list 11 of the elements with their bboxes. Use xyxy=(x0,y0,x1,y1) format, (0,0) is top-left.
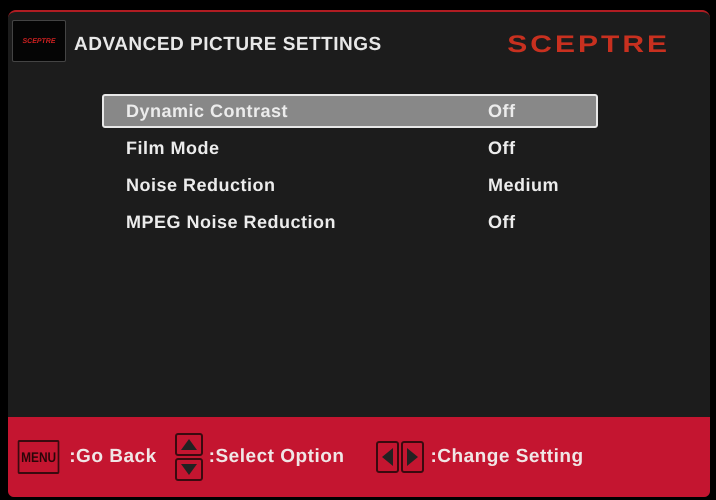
menu-title: ADVANCED PICTURE SETTINGS xyxy=(74,34,383,56)
left-right-keys-icon xyxy=(376,441,424,473)
up-down-keys-icon xyxy=(174,433,203,481)
hint-text: :Change Setting xyxy=(430,446,584,468)
menu-item[interactable]: Film Mode Off xyxy=(102,131,598,165)
brand-logo: SCEPTRE xyxy=(507,31,670,59)
menu-item[interactable]: MPEG Noise Reduction Off xyxy=(102,205,598,239)
hint-text: :Select Option xyxy=(208,446,344,468)
menu-key: MENU xyxy=(18,440,60,474)
menu-item[interactable]: Noise Reduction Medium xyxy=(102,168,598,202)
hint-text: :Go Back xyxy=(69,446,157,468)
